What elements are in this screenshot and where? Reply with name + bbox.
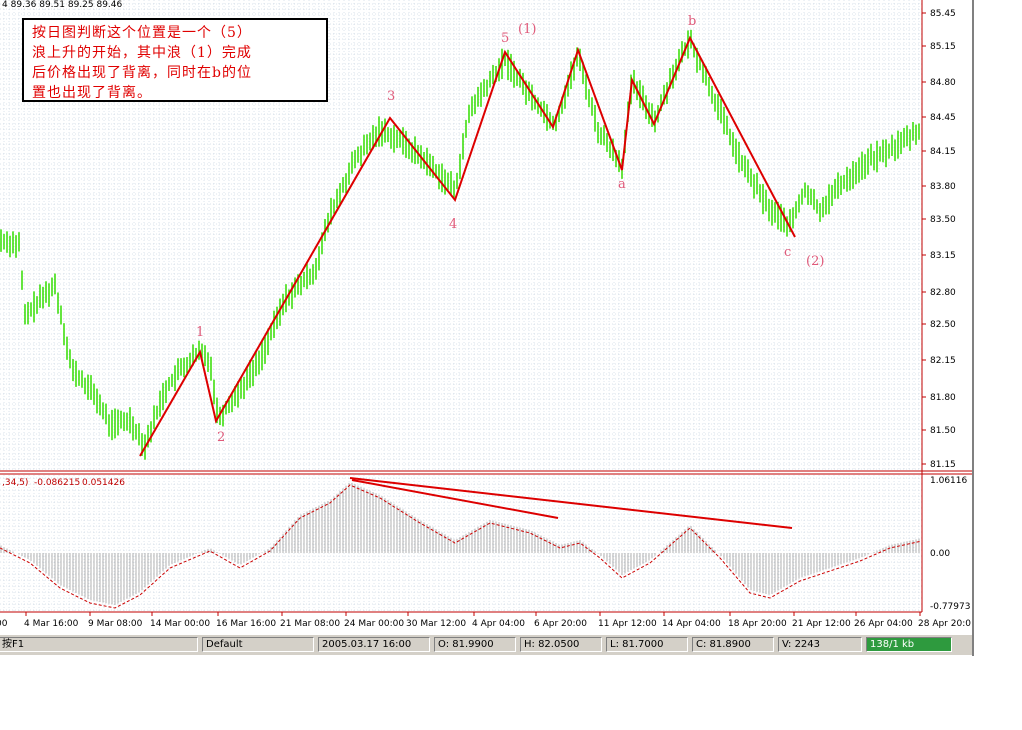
status-open: O: 81.9900 (434, 637, 516, 652)
time-tick-label: 26 Apr 04:00 (854, 619, 913, 629)
indicator-value-2: 0.051426 (82, 478, 125, 488)
wave-label: 4 (449, 217, 457, 232)
wave-label: 2 (217, 430, 225, 445)
time-tick-label: 21 Apr 12:00 (792, 619, 851, 629)
divergence-line (349, 477, 793, 529)
price-tick-label: 82.80 (930, 288, 956, 298)
price-tick-label: 83.80 (930, 182, 956, 192)
time-tick-label: 30 Mar 12:00 (406, 619, 466, 629)
price-tick-label: 83.15 (930, 251, 956, 261)
ohlc-header: 4 89.36 89.51 89.25 89.46 (2, 0, 123, 10)
status-close: C: 81.8900 (692, 637, 774, 652)
status-datetime: 2005.03.17 16:00 (318, 637, 430, 652)
price-tick-label: 81.80 (930, 393, 956, 403)
status-traffic: 138/1 kb (866, 637, 952, 652)
wave-label: a (618, 177, 626, 192)
indicator-tick-label: 0.00 (930, 549, 950, 559)
wave-label: c (784, 245, 791, 260)
time-tick-label: 00 (0, 619, 8, 629)
wave-label: 3 (387, 89, 395, 104)
status-low: L: 81.7000 (606, 637, 688, 652)
time-tick-label: 14 Apr 04:00 (662, 619, 721, 629)
time-tick-label: 24 Mar 00:00 (344, 619, 404, 629)
time-tick-label: 14 Mar 00:00 (150, 619, 210, 629)
time-tick-label: 16 Mar 16:00 (216, 619, 276, 629)
wave-label: (2) (806, 254, 824, 269)
price-tick-label: 84.15 (930, 147, 956, 157)
price-tick-label: 84.80 (930, 78, 956, 88)
indicator-value-1: -0.086215 (34, 478, 81, 488)
indicator-params: ,34,5) (2, 478, 29, 488)
annotation-note: 按日图判断这个位置是一个（5） 浪上升的开始，其中浪（1）完成 后价格出现了背离… (22, 18, 328, 102)
time-tick-label: 11 Apr 12:00 (598, 619, 657, 629)
time-tick-label: 18 Apr 20:00 (728, 619, 787, 629)
time-tick-label: 28 Apr 20:0 (918, 619, 971, 629)
window-frame-right (972, 0, 974, 656)
wave-label: 5 (501, 31, 509, 46)
time-tick-label: 21 Mar 08:00 (280, 619, 340, 629)
signal-line (0, 484, 923, 609)
price-tick-label: 84.45 (930, 113, 956, 123)
status-help: 按F1 (0, 637, 198, 652)
time-tick-label: 9 Mar 08:00 (88, 619, 143, 629)
wave-label: 1 (196, 325, 204, 340)
price-tick-label: 83.50 (930, 215, 956, 225)
price-tick-label: 82.15 (930, 356, 956, 366)
price-tick-label: 85.15 (930, 42, 956, 52)
price-tick-label: 81.50 (930, 426, 956, 436)
price-tick-label: 81.15 (930, 460, 956, 470)
status-bar: 按F1 Default 2005.03.17 16:00 O: 81.9900 … (0, 634, 972, 655)
price-tick-label: 85.45 (930, 9, 956, 19)
indicator-tick-label: 1.06116 (930, 476, 967, 486)
wave-label: (1) (518, 22, 536, 37)
indicator-tick-label: -0.77973 (930, 602, 970, 612)
status-volume: V: 2243 (778, 637, 862, 652)
chart-window[interactable]: 85.45 85.15 84.80 84.45 84.15 83.80 83.50 83.15… (0, 0, 974, 656)
price-tick-label: 82.50 (930, 320, 956, 330)
status-high: H: 82.0500 (520, 637, 602, 652)
wave-label: b (688, 14, 696, 29)
time-tick-label: 4 Mar 16:00 (24, 619, 79, 629)
time-tick-label: 6 Apr 20:00 (534, 619, 587, 629)
time-tick-label: 4 Apr 04:00 (472, 619, 525, 629)
status-profile[interactable]: Default (202, 637, 314, 652)
